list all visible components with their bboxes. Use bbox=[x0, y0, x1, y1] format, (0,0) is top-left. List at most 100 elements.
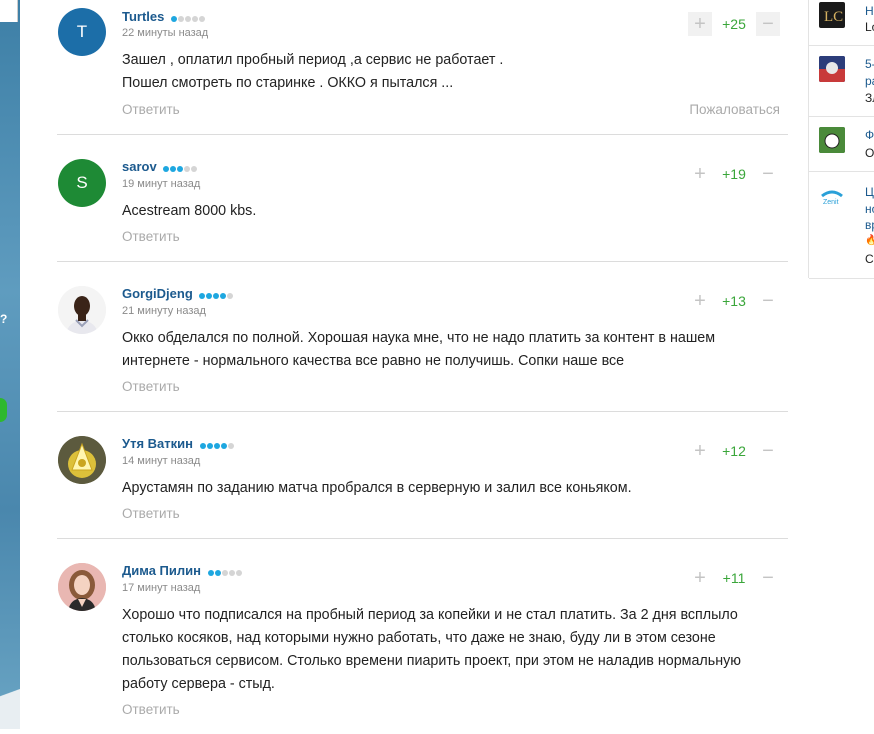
username[interactable]: Дима Пилин bbox=[122, 563, 243, 579]
news-thumb-club-logo-icon: Zenit bbox=[819, 182, 845, 208]
downvote-minus-icon[interactable]: − bbox=[756, 439, 780, 463]
upvote-plus-icon[interactable]: + bbox=[688, 566, 712, 590]
reply-link[interactable]: Ответить bbox=[122, 702, 180, 717]
vote-score: +12 bbox=[722, 443, 746, 459]
news-title[interactable]: Ц bbox=[865, 184, 874, 200]
avatar[interactable]: S bbox=[58, 159, 106, 207]
comment-text-line: Окко обделался по полной. Хорошая наука … bbox=[122, 330, 716, 346]
avatar[interactable] bbox=[58, 286, 106, 334]
comment-time: 21 минуту назад bbox=[122, 305, 206, 317]
news-sidebar: LC Н Lo 5- ра Зл Ф О Zenit Ц но вр 🔥 Cl bbox=[808, 0, 874, 279]
rating-dots bbox=[207, 564, 243, 579]
reply-link[interactable]: Ответить bbox=[122, 102, 180, 117]
downvote-minus-icon[interactable]: − bbox=[756, 289, 780, 313]
reply-link[interactable]: Ответить bbox=[122, 229, 180, 244]
comment-text-line: Хорошо что подписался на пробный период … bbox=[122, 607, 738, 623]
comment-text-line: Acestream 8000 kbs. bbox=[122, 203, 257, 219]
left-strip-green-marker bbox=[0, 398, 7, 422]
news-item[interactable]: Ф О bbox=[809, 117, 874, 172]
vote-score: +13 bbox=[722, 293, 746, 309]
comment-text: Зашел , оплатил пробный период ,а сервис… bbox=[122, 49, 722, 95]
upvote-plus-icon[interactable]: + bbox=[688, 289, 712, 313]
fire-icon: 🔥 bbox=[865, 235, 874, 246]
club-logo-icon bbox=[58, 436, 106, 484]
news-subtitle: Зл bbox=[865, 91, 874, 105]
downvote-minus-icon[interactable]: − bbox=[756, 566, 780, 590]
news-subtitle: Cl bbox=[865, 252, 874, 266]
left-strip-bottom-shape bbox=[0, 669, 20, 729]
username[interactable]: Turtles bbox=[122, 9, 206, 25]
username[interactable]: GorgiDjeng bbox=[122, 286, 234, 302]
news-title[interactable]: Н bbox=[865, 3, 874, 19]
user-photo-icon bbox=[58, 563, 106, 611]
vote-control: + +12 − bbox=[688, 439, 780, 463]
news-thumb-ball-icon bbox=[819, 127, 845, 153]
comment-time: 19 минут назад bbox=[122, 178, 201, 190]
avatar[interactable]: T bbox=[58, 8, 106, 56]
comment-item: GorgiDjeng 21 минуту назад + +13 − Окко … bbox=[57, 262, 788, 412]
news-title[interactable]: Ф bbox=[865, 127, 874, 143]
vote-score: +11 bbox=[722, 570, 746, 586]
comment-item: Утя Ваткин 14 минут назад + +12 − Аруста… bbox=[57, 412, 788, 539]
news-title-line[interactable]: вр bbox=[865, 217, 874, 233]
username-label[interactable]: GorgiDjeng bbox=[122, 286, 193, 301]
complain-link[interactable]: Пожаловаться bbox=[689, 102, 780, 117]
username-label[interactable]: Утя Ваткин bbox=[122, 436, 193, 451]
news-item[interactable]: LC Н Lo bbox=[809, 0, 874, 46]
vote-score: +19 bbox=[722, 166, 746, 182]
downvote-minus-icon[interactable]: − bbox=[756, 162, 780, 186]
news-title-line[interactable]: ра bbox=[865, 73, 874, 89]
comment-text: Хорошо что подписался на пробный период … bbox=[122, 604, 782, 696]
rating-dots bbox=[171, 10, 206, 25]
username-label[interactable]: Дима Пилин bbox=[122, 563, 201, 578]
comment-text: Acestream 8000 kbs. bbox=[122, 200, 722, 223]
comment-text-line: Пошел смотреть по старинке . ОККО я пыта… bbox=[122, 75, 454, 91]
comment-text: Окко обделался по полной. Хорошая наука … bbox=[122, 327, 722, 373]
reply-link[interactable]: Ответить bbox=[122, 506, 180, 521]
news-subtitle: Lo bbox=[865, 20, 874, 34]
username-label[interactable]: Turtles bbox=[122, 9, 164, 24]
left-strip-glyph: ? bbox=[0, 312, 8, 326]
comment-text-line: интернете - нормального качества все рав… bbox=[122, 353, 625, 369]
avatar[interactable] bbox=[58, 436, 106, 484]
comment-item: T Turtles 22 минуты назад + +25 − Зашел … bbox=[57, 0, 788, 135]
username-label[interactable]: sarov bbox=[122, 159, 157, 174]
comment-item: Дима Пилин 17 минут назад + +11 − Хорошо… bbox=[57, 539, 788, 734]
news-title-line[interactable]: но bbox=[865, 201, 874, 217]
rating-dots bbox=[163, 160, 198, 175]
comment-text-line: Арустамян по заданию матча пробрался в с… bbox=[122, 480, 632, 496]
svg-text:LC: LC bbox=[824, 9, 843, 25]
news-subtitle: О bbox=[865, 146, 874, 160]
news-thumb-flag-icon bbox=[819, 56, 845, 82]
comment-text-line: столько косяков, над которыми нужно рабо… bbox=[122, 630, 716, 646]
upvote-plus-icon[interactable]: + bbox=[688, 162, 712, 186]
comment-time: 14 минут назад bbox=[122, 455, 201, 467]
comment-text-line: Зашел , оплатил пробный период ,а сервис… bbox=[122, 52, 504, 68]
avatar-letter: S bbox=[76, 173, 88, 192]
comment-text-line: работу сервера - стыд. bbox=[122, 676, 275, 692]
upvote-plus-icon[interactable]: + bbox=[688, 12, 712, 36]
downvote-minus-icon[interactable]: − bbox=[756, 12, 780, 36]
news-item[interactable]: 5- ра Зл bbox=[809, 46, 874, 117]
vote-control: + +19 − bbox=[688, 162, 780, 186]
comment-time: 17 минут назад bbox=[122, 582, 201, 594]
upvote-plus-icon[interactable]: + bbox=[688, 439, 712, 463]
username[interactable]: Утя Ваткин bbox=[122, 436, 235, 452]
reply-link[interactable]: Ответить bbox=[122, 379, 180, 394]
svg-text:Zenit: Zenit bbox=[823, 199, 839, 206]
vote-score: +25 bbox=[722, 16, 746, 32]
comment-item: S sarov 19 минут назад + +19 − Acestream… bbox=[57, 135, 788, 262]
rating-dots bbox=[199, 437, 235, 452]
username[interactable]: sarov bbox=[122, 159, 198, 175]
news-thumb-logo-icon: LC bbox=[819, 2, 845, 28]
left-strip-top-panel bbox=[0, 0, 18, 22]
news-item[interactable]: Zenit Ц но вр 🔥 Cl bbox=[809, 172, 874, 279]
vote-control: + +25 − bbox=[688, 12, 780, 36]
vote-control: + +13 − bbox=[688, 289, 780, 313]
player-photo-icon bbox=[58, 286, 106, 334]
comment-text: Арустамян по заданию матча пробрался в с… bbox=[122, 477, 722, 500]
comment-text-line: пользоваться сервисом. Столько времени п… bbox=[122, 653, 741, 669]
news-title[interactable]: 5- bbox=[865, 56, 874, 72]
avatar[interactable] bbox=[58, 563, 106, 611]
comment-time: 22 минуты назад bbox=[122, 27, 209, 39]
